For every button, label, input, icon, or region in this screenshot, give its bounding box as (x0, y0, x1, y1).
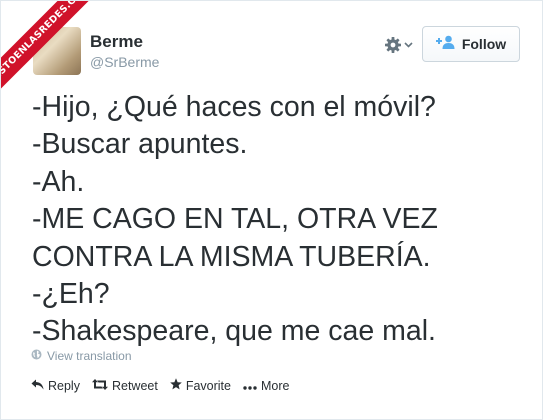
follow-button[interactable]: Follow (422, 26, 520, 62)
user-handle[interactable]: @SrBerme (90, 54, 159, 70)
star-icon (170, 377, 182, 395)
tweet-line: -ME CAGO EN TAL, OTRA VEZ (32, 203, 438, 236)
retweet-icon (91, 377, 108, 395)
tweet-line: CONTRA LA MISMA TUBERÍA. (32, 240, 431, 273)
more-label: More (260, 379, 290, 393)
view-translation-label: View translation (47, 349, 132, 363)
more-button[interactable]: More (243, 377, 289, 395)
gear-icon (384, 36, 402, 54)
tweet-line: -Shakespeare, que me cae mal. (32, 315, 436, 348)
favorite-label: Favorite (185, 379, 231, 393)
globe-icon (31, 347, 42, 365)
chevron-down-icon (404, 42, 413, 48)
tweet-line: -¿Eh? (32, 278, 110, 311)
tweet-text: -Hijo, ¿Qué haces con el móvil? -Buscar … (32, 89, 532, 351)
ellipsis-icon (243, 377, 257, 395)
retweet-button[interactable]: Retweet (91, 377, 158, 395)
add-user-icon (435, 35, 456, 54)
tweet-card: VISTOENLASREDES.COM Berme @SrBerme Follo… (0, 0, 543, 420)
tweet-line: -Hijo, ¿Qué haces con el móvil? (32, 91, 436, 123)
tweet-line: -Ah. (32, 165, 85, 198)
follow-label: Follow (461, 36, 507, 52)
reply-icon (31, 377, 44, 395)
settings-dropdown[interactable] (384, 34, 418, 56)
user-name[interactable]: Berme (90, 32, 143, 52)
reply-label: Reply (48, 379, 80, 393)
tweet-actions: Reply Retweet Favorite More (31, 377, 301, 395)
reply-button[interactable]: Reply (31, 377, 80, 395)
favorite-button[interactable]: Favorite (170, 377, 231, 395)
watermark-text: VISTOENLASREDES.COM (1, 1, 91, 91)
view-translation-link[interactable]: View translation (31, 347, 132, 365)
retweet-label: Retweet (111, 379, 158, 393)
watermark-ribbon: VISTOENLASREDES.COM (1, 1, 91, 91)
tweet-line: -Buscar apuntes. (32, 128, 248, 161)
